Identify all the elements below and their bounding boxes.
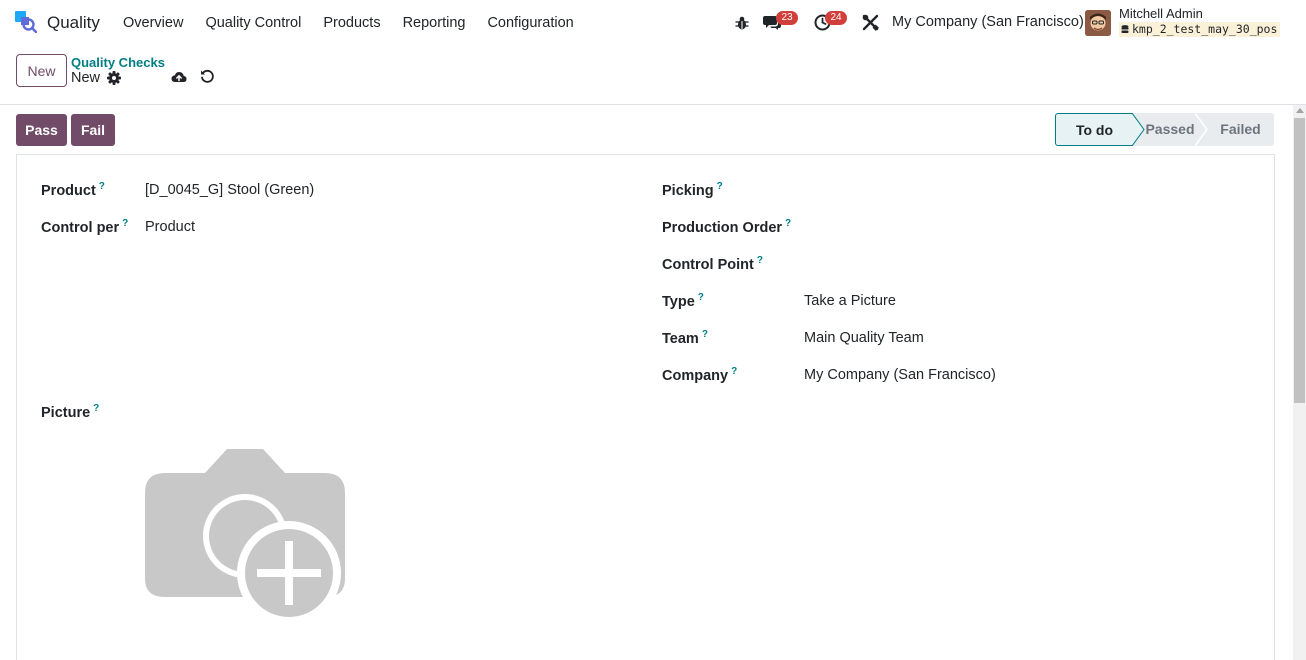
control-per-field[interactable]: Product [145, 219, 195, 235]
menu-reporting[interactable]: Reporting [392, 0, 477, 46]
stage-current-arrow [1132, 113, 1145, 146]
type-field[interactable]: Take a Picture [804, 293, 896, 309]
record-name: New [71, 70, 101, 86]
stage-separator [1195, 113, 1208, 146]
form-sheet: Product? [D_0045_G] Stool (Green) Contro… [16, 154, 1275, 660]
picture-label: Picture? [41, 403, 100, 421]
main-menu: Overview Quality Control Products Report… [112, 0, 585, 46]
control-per-label: Control per? [41, 218, 129, 236]
company-label: Company? [662, 366, 738, 384]
product-label: Product? [41, 181, 105, 199]
database-name: kmp_2_test_may_30_pos [1132, 22, 1278, 36]
picking-label: Picking? [662, 181, 723, 199]
menu-overview[interactable]: Overview [112, 0, 194, 46]
control-point-label: Control Point? [662, 255, 763, 273]
menu-quality-control[interactable]: Quality Control [194, 0, 312, 46]
company-field[interactable]: My Company (San Francisco) [804, 367, 996, 383]
database-badge: kmp_2_test_may_30_pos [1119, 22, 1281, 37]
picture-upload-camera-icon[interactable] [145, 449, 345, 625]
company-switcher[interactable]: My Company (San Francisco) [892, 14, 1084, 30]
scrollbar-thumb[interactable] [1294, 118, 1305, 403]
product-field[interactable]: [D_0045_G] Stool (Green) [145, 182, 314, 198]
activities-count-badge: 24 [825, 11, 847, 25]
tools-wrench-icon[interactable] [862, 14, 879, 31]
breadcrumb-quality-checks[interactable]: Quality Checks [71, 55, 165, 70]
pass-button[interactable]: Pass [16, 114, 67, 146]
team-label: Team? [662, 329, 708, 347]
quality-app-icon[interactable] [15, 11, 38, 34]
production-order-label: Production Order? [662, 218, 792, 236]
menu-products[interactable]: Products [312, 0, 391, 46]
scroll-up-arrow-icon[interactable] [1296, 108, 1304, 113]
control-panel: New Quality Checks New [0, 46, 1306, 105]
messages-count-badge: 23 [776, 11, 798, 25]
debug-bug-icon[interactable] [734, 15, 750, 31]
stage-failed[interactable]: Failed [1207, 113, 1274, 146]
user-name[interactable]: Mitchell Admin [1119, 6, 1203, 21]
menu-configuration[interactable]: Configuration [476, 0, 584, 46]
team-field[interactable]: Main Quality Team [804, 330, 924, 346]
user-avatar[interactable] [1085, 10, 1111, 36]
discard-undo-icon[interactable] [200, 69, 215, 84]
database-icon [1121, 25, 1129, 33]
stage-to-do[interactable]: To do [1055, 113, 1133, 146]
new-button[interactable]: New [16, 54, 67, 87]
gear-icon[interactable] [107, 71, 121, 85]
fail-button[interactable]: Fail [71, 114, 115, 146]
type-label: Type? [662, 292, 704, 310]
save-cloud-icon[interactable] [171, 69, 187, 85]
app-name[interactable]: Quality [47, 13, 100, 33]
